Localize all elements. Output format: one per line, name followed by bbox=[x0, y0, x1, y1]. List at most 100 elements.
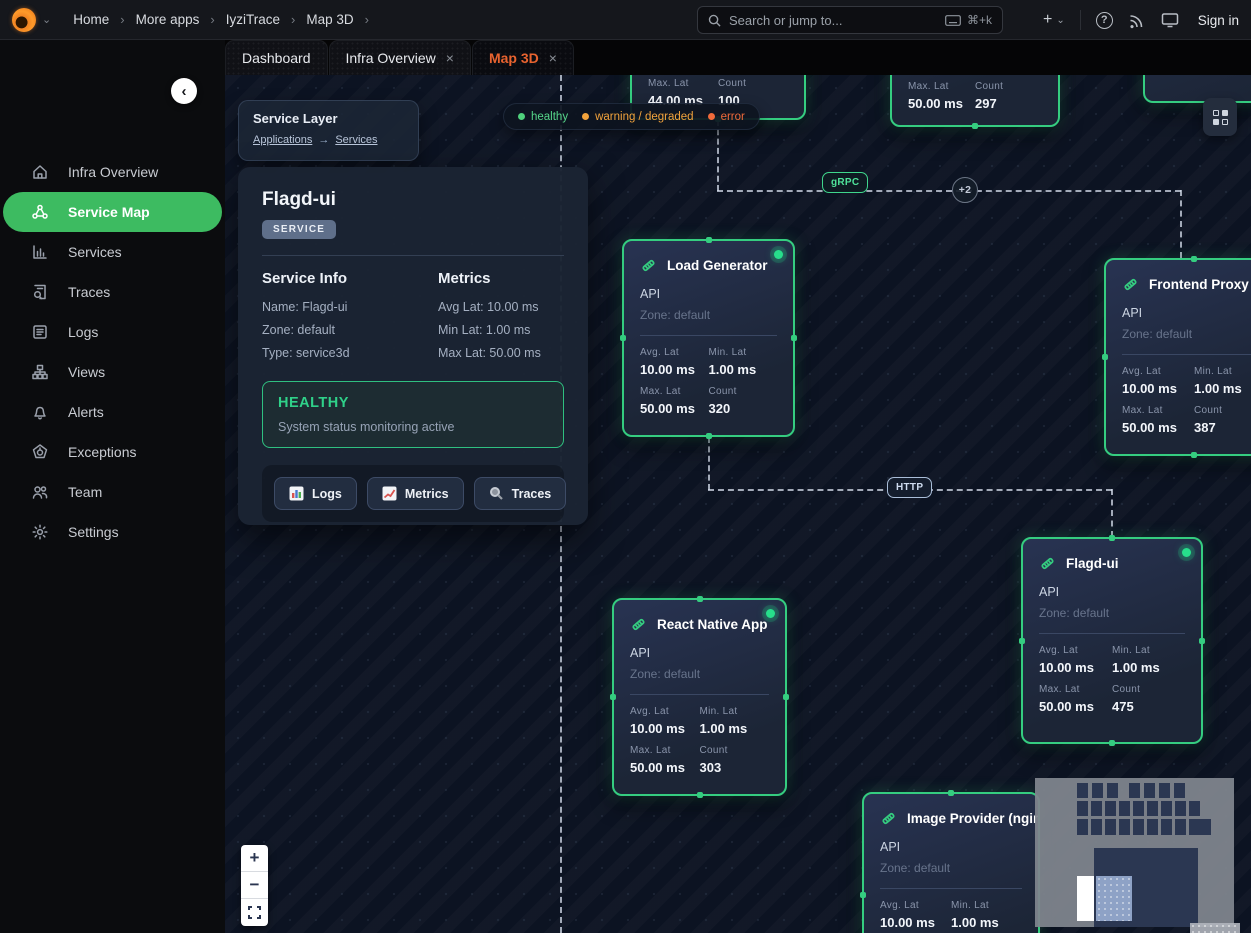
service-detail-panel: Flagd-ui SERVICE Service Info Name: Flag… bbox=[238, 167, 588, 525]
breadcrumb-separator: › bbox=[365, 12, 369, 27]
tab-map-3d[interactable]: Map 3D × bbox=[472, 40, 574, 75]
edge-badge-http[interactable]: HTTP bbox=[887, 477, 932, 498]
node-load-generator[interactable]: Load Generator API Zone: default Avg. La… bbox=[622, 239, 795, 437]
breadcrumb-more-apps[interactable]: More apps bbox=[136, 12, 200, 27]
sidebar-collapse-button[interactable]: ‹ bbox=[171, 78, 197, 104]
keyboard-icon bbox=[945, 15, 961, 26]
service-map-canvas[interactable]: Max. Lat 44.00 ms Count 100 Max. Lat 50.… bbox=[225, 75, 1251, 933]
divider bbox=[262, 255, 564, 256]
bell-icon bbox=[31, 403, 49, 421]
satellite-icon bbox=[1122, 276, 1139, 293]
minimap[interactable] bbox=[1035, 778, 1234, 927]
zoom-out-button[interactable]: − bbox=[241, 872, 268, 899]
sidebar-item-team[interactable]: Team bbox=[0, 472, 225, 512]
warning-dot-icon bbox=[582, 113, 589, 120]
top-nav: ⌄ Home › More apps › IyziTrace › Map 3D … bbox=[0, 0, 1251, 40]
edge-line bbox=[1180, 190, 1182, 258]
breadcrumb-separator: › bbox=[291, 12, 295, 27]
satellite-icon bbox=[880, 810, 897, 827]
fit-view-button[interactable] bbox=[241, 899, 268, 926]
close-icon[interactable]: × bbox=[549, 50, 557, 66]
bar-chart-icon bbox=[289, 486, 304, 501]
breadcrumb-iyzitrace[interactable]: IyziTrace bbox=[226, 12, 280, 27]
breadcrumb-home[interactable]: Home bbox=[73, 12, 109, 27]
sidebar-item-views[interactable]: Views bbox=[0, 352, 225, 392]
monitor-icon[interactable] bbox=[1161, 11, 1179, 29]
users-icon bbox=[31, 483, 49, 501]
map-zoom-controls: + − bbox=[241, 845, 268, 926]
edge-badge-grpc[interactable]: gRPC bbox=[822, 172, 868, 193]
tab-dashboard[interactable]: Dashboard bbox=[225, 40, 328, 75]
breadcrumb-map-3d[interactable]: Map 3D bbox=[306, 12, 353, 27]
sidebar-item-service-map[interactable]: Service Map bbox=[3, 192, 222, 232]
tab-infra-overview[interactable]: Infra Overview × bbox=[329, 40, 471, 75]
sidebar-item-traces[interactable]: Traces bbox=[0, 272, 225, 312]
search-box[interactable]: ⌘+k bbox=[697, 6, 1003, 34]
metric-min: Min Lat: 1.00 ms bbox=[438, 319, 564, 342]
fullscreen-icon bbox=[248, 906, 261, 919]
sidebar-nav: Infra Overview Service Map Services Trac… bbox=[0, 152, 225, 552]
node-image-provider[interactable]: Image Provider (nginx) API Zone: default… bbox=[862, 792, 1040, 933]
health-status-dot bbox=[774, 250, 783, 259]
node-type: API bbox=[624, 274, 793, 301]
node-partial-top-3[interactable] bbox=[1143, 75, 1251, 103]
sidebar-item-logs[interactable]: Logs bbox=[0, 312, 225, 352]
error-dot-icon bbox=[708, 113, 715, 120]
node-type: API bbox=[1106, 293, 1251, 320]
news-rss-icon[interactable] bbox=[1128, 11, 1146, 29]
breadcrumb-separator: › bbox=[120, 12, 124, 27]
connector-dot bbox=[1191, 256, 1197, 262]
node-react-native-app[interactable]: React Native App API Zone: default Avg. … bbox=[612, 598, 787, 796]
satellite-icon bbox=[1039, 555, 1056, 572]
node-title: Flagd-ui bbox=[1066, 556, 1119, 571]
minimap-marker bbox=[1077, 876, 1094, 921]
node-title: React Native App bbox=[657, 617, 768, 632]
sign-in-button[interactable]: Sign in bbox=[1198, 13, 1239, 28]
sidebar-item-infra-overview[interactable]: Infra Overview bbox=[0, 152, 225, 192]
sidebar-item-exceptions[interactable]: Exceptions bbox=[0, 432, 225, 472]
edge-badge-plus2[interactable]: +2 bbox=[952, 177, 978, 203]
layout-grid-button[interactable] bbox=[1203, 98, 1237, 136]
help-icon[interactable]: ? bbox=[1096, 12, 1113, 29]
legend-error-label: error bbox=[721, 111, 745, 123]
metrics-heading: Metrics bbox=[438, 270, 564, 287]
sidebar-item-services[interactable]: Services bbox=[0, 232, 225, 272]
traces-button[interactable]: Traces bbox=[474, 477, 567, 510]
legend-healthy-label: healthy bbox=[531, 111, 568, 123]
home-icon bbox=[31, 163, 49, 181]
bar-chart-icon bbox=[31, 243, 49, 261]
close-icon[interactable]: × bbox=[446, 50, 454, 66]
connector-dot bbox=[1199, 638, 1205, 644]
breadcrumb-separator: › bbox=[210, 12, 214, 27]
node-frontend-proxy[interactable]: Frontend Proxy API Zone: default Avg. La… bbox=[1104, 258, 1251, 456]
node-flagd-ui[interactable]: Flagd-ui API Zone: default Avg. Lat10.00… bbox=[1021, 537, 1203, 744]
sidebar-item-alerts[interactable]: Alerts bbox=[0, 392, 225, 432]
applications-link[interactable]: Applications bbox=[253, 134, 312, 146]
zoom-in-button[interactable]: + bbox=[241, 845, 268, 872]
grid-icon bbox=[1213, 110, 1228, 125]
connector-dot bbox=[860, 892, 866, 898]
connector-dot bbox=[791, 335, 797, 341]
detail-title: Flagd-ui bbox=[262, 189, 564, 211]
connector-dot bbox=[706, 237, 712, 243]
logo-chevron-icon[interactable]: ⌄ bbox=[42, 13, 51, 26]
logs-button[interactable]: Logs bbox=[274, 477, 357, 510]
chevron-down-icon: ⌄ bbox=[1056, 15, 1064, 26]
node-type: API bbox=[864, 827, 1038, 854]
services-link[interactable]: Services bbox=[335, 134, 377, 146]
grafana-logo-icon[interactable] bbox=[12, 8, 36, 32]
connector-dot bbox=[783, 694, 789, 700]
node-type: API bbox=[1023, 572, 1201, 599]
node-zone: Zone: default bbox=[1023, 599, 1201, 620]
sidebar-item-settings[interactable]: Settings bbox=[0, 512, 225, 552]
add-button[interactable]: + ⌄ bbox=[1043, 11, 1065, 29]
metrics-button[interactable]: Metrics bbox=[367, 477, 464, 510]
connector-dot bbox=[1191, 452, 1197, 458]
connector-dot bbox=[948, 790, 954, 796]
minimap-viewport[interactable] bbox=[1096, 876, 1132, 921]
node-partial-top-2[interactable]: Max. Lat 50.00 ms Count 297 bbox=[890, 75, 1060, 127]
search-icon bbox=[708, 14, 721, 27]
node-type: API bbox=[614, 633, 785, 660]
search-input[interactable] bbox=[729, 13, 937, 28]
connector-dot bbox=[697, 596, 703, 602]
